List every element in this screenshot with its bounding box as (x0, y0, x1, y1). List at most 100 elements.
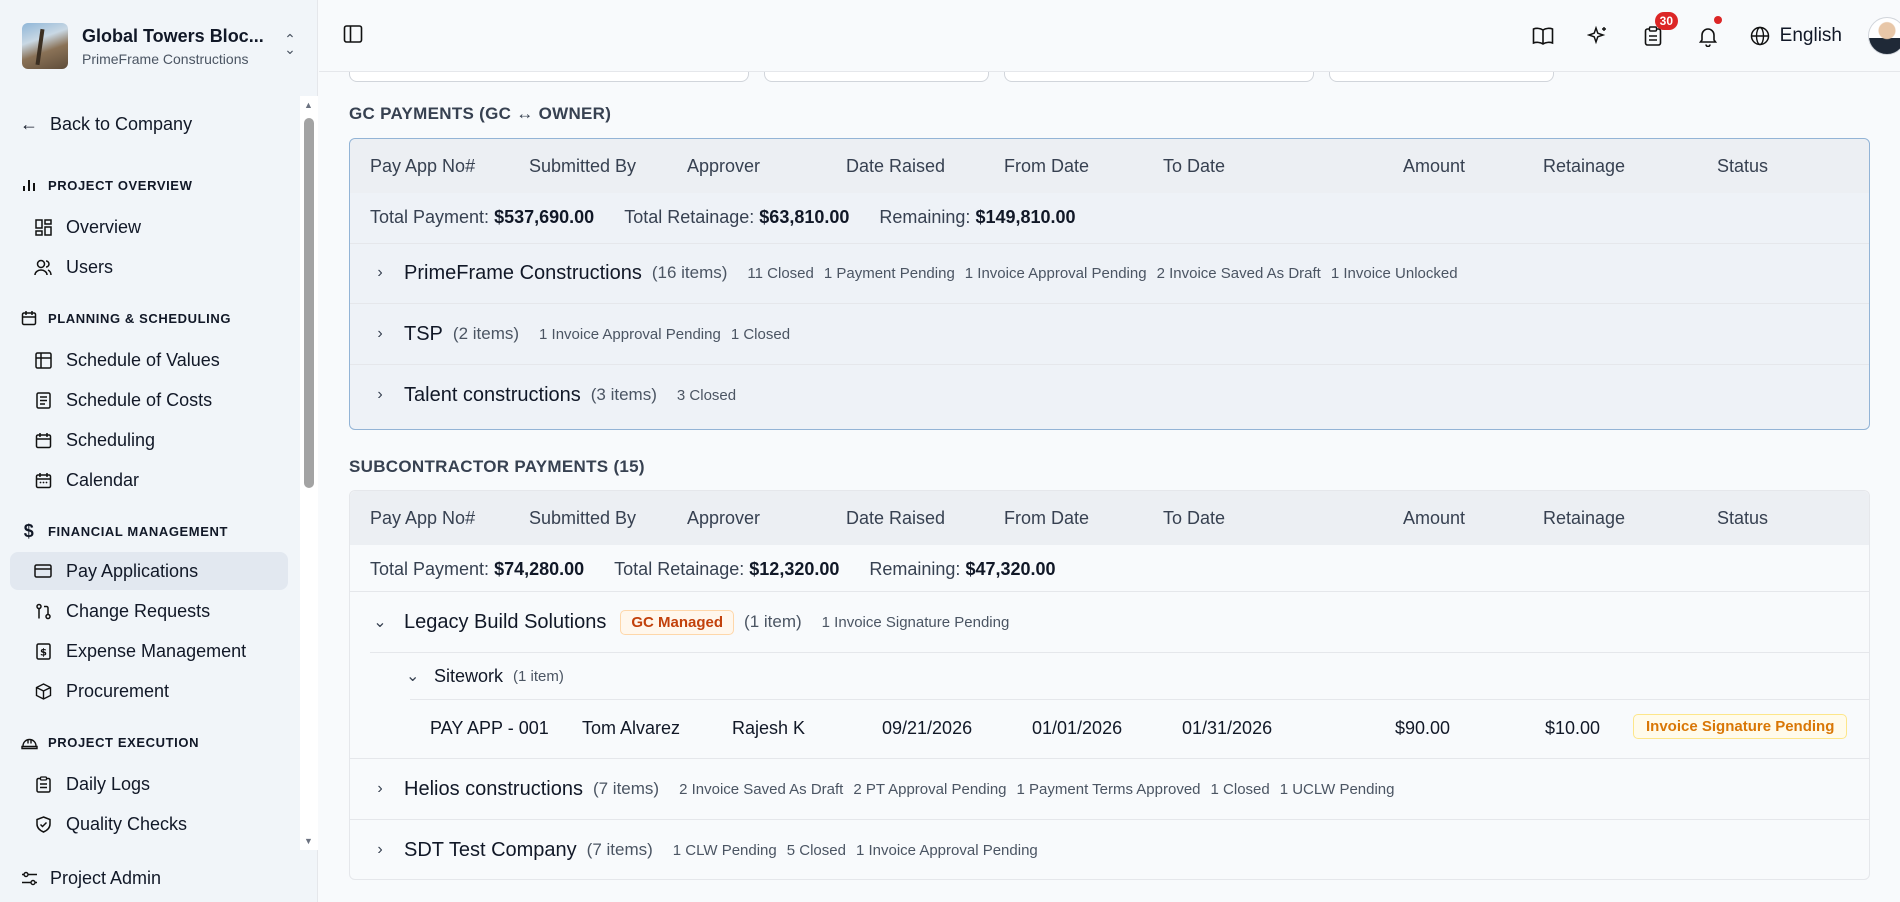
column-header[interactable]: From Date (1004, 508, 1089, 529)
section-planning-scheduling: PLANNING & SCHEDULING (20, 309, 231, 327)
chevron-right-icon[interactable]: › (372, 780, 388, 798)
sidebar-item-schedule-of-values[interactable]: Schedule of Values (10, 341, 288, 379)
calendar-days-icon (34, 471, 52, 489)
top-bar: 30 English (319, 0, 1900, 72)
column-header[interactable]: Submitted By (529, 156, 636, 177)
total-payment: $537,690.00 (494, 207, 595, 227)
user-avatar[interactable] (1868, 17, 1900, 55)
dollar-icon: $ (23, 520, 35, 541)
ai-sparkle-icon[interactable] (1578, 18, 1618, 54)
gc-managed-badge: GC Managed (620, 609, 735, 635)
column-header[interactable]: Submitted By (529, 508, 636, 529)
table-row[interactable]: PAY APP - 001 Tom Alvarez Rajesh K 09/21… (350, 700, 1869, 758)
chevron-down-icon[interactable]: ⌄ (372, 612, 388, 632)
scroll-up-arrow-icon[interactable]: ▲ (304, 100, 313, 110)
table-icon (34, 351, 52, 369)
sidebar-item-scheduling[interactable]: Scheduling (10, 421, 288, 459)
tasks-clipboard-icon[interactable]: 30 (1633, 12, 1679, 54)
subcontractor-payments-table: Pay App No# Submitted By Approver Date R… (349, 490, 1870, 880)
gc-payments-title: GC PAYMENTS (GC ↔ OWNER) (349, 104, 612, 123)
sidebar-item-pay-applications[interactable]: Pay Applications (10, 552, 288, 590)
amount: $90.00 (1395, 718, 1451, 738)
column-header[interactable]: Date Raised (846, 156, 945, 177)
pay-app-number[interactable]: PAY APP - 001 (430, 718, 549, 739)
project-switcher[interactable]: Global Towers Bloc... PrimeFrame Constru… (22, 20, 298, 72)
filter-field[interactable] (1329, 72, 1554, 82)
approver: Rajesh K (732, 718, 806, 738)
calendar-icon (20, 309, 38, 327)
column-header[interactable]: Approver (687, 508, 760, 529)
column-header[interactable]: Retainage (1543, 156, 1625, 177)
sidebar-item-project-admin[interactable]: Project Admin (20, 868, 161, 889)
gc-payments-table: Pay App No# Submitted By Approver Date R… (349, 138, 1870, 430)
total-retainage: $63,810.00 (759, 207, 850, 227)
table-header: Pay App No# Submitted By Approver Date R… (350, 491, 1869, 545)
bell-icon[interactable] (1688, 16, 1728, 54)
group-row-expanded[interactable]: ⌄ Legacy Build Solutions GC Managed (1 i… (350, 592, 1869, 652)
column-header[interactable]: Status (1717, 156, 1768, 177)
sidebar-item-calendar[interactable]: Calendar (10, 461, 288, 499)
subgroup-row[interactable]: ⌄ Sitework (1 item) (406, 653, 564, 699)
column-header[interactable]: Approver (687, 156, 760, 177)
table-header: Pay App No# Submitted By Approver Date R… (350, 139, 1869, 193)
main-content: GC PAYMENTS (GC ↔ OWNER) Pay App No# Sub… (319, 72, 1900, 902)
column-header[interactable]: Pay App No# (370, 508, 475, 529)
group-status-summary: 1 CLW Pending 5 Closed 1 Invoice Approva… (672, 841, 1038, 859)
column-header[interactable]: Retainage (1543, 508, 1625, 529)
bar-chart-icon (20, 176, 38, 194)
group-row[interactable]: › TSP (2 items) 1 Invoice Approval Pendi… (350, 304, 1869, 364)
group-row[interactable]: › Talent constructions (3 items) 3 Close… (350, 365, 1869, 425)
back-to-company-link[interactable]: ← Back to Company (20, 114, 192, 135)
group-status-summary: 3 Closed (676, 386, 737, 404)
sidebar-item-overview[interactable]: Overview (10, 208, 288, 246)
column-header[interactable]: Amount (1403, 508, 1465, 529)
sidebar-item-daily-logs[interactable]: Daily Logs (10, 765, 288, 803)
book-open-icon[interactable] (1523, 18, 1563, 54)
totals-row: Total Payment: $74,280.00 Total Retainag… (370, 559, 1056, 579)
group-row[interactable]: › Helios constructions (7 items) 2 Invoi… (350, 759, 1869, 819)
sidebar-item-schedule-of-costs[interactable]: Schedule of Costs (10, 381, 288, 419)
column-header[interactable]: Date Raised (846, 508, 945, 529)
chevron-right-icon[interactable]: › (372, 841, 388, 859)
total-retainage: $12,320.00 (749, 559, 840, 579)
group-status-summary: 11 Closed 1 Payment Pending 1 Invoice Ap… (747, 264, 1458, 282)
sidebar-item-quality-checks[interactable]: Quality Checks (10, 805, 288, 843)
sidebar-toggle-icon[interactable] (343, 24, 365, 46)
sliders-icon (20, 870, 38, 888)
filter-field[interactable] (764, 72, 989, 82)
hard-hat-icon (20, 733, 38, 751)
chevron-right-icon[interactable]: › (372, 386, 388, 404)
chevron-right-icon[interactable]: › (372, 264, 388, 282)
filter-field[interactable] (1004, 72, 1314, 82)
chevron-right-icon[interactable]: › (372, 325, 388, 343)
scrollbar-thumb[interactable] (304, 118, 314, 488)
section-project-overview: PROJECT OVERVIEW (20, 176, 192, 194)
group-status-summary: 2 Invoice Saved As Draft 2 PT Approval P… (679, 780, 1395, 798)
language-selector[interactable]: English (1750, 25, 1842, 47)
subcontractor-payments-title: SUBCONTRACTOR PAYMENTS (15) (349, 457, 645, 476)
status-badge: Invoice Signature Pending (1633, 714, 1848, 739)
group-row[interactable]: › PrimeFrame Constructions (16 items) 11… (350, 243, 1869, 303)
sidebar-item-procurement[interactable]: Procurement (10, 672, 288, 710)
column-header[interactable]: Status (1717, 508, 1768, 529)
project-thumbnail (22, 23, 68, 69)
sidebar-item-users[interactable]: Users (10, 248, 288, 286)
column-header[interactable]: From Date (1004, 156, 1089, 177)
file-text-icon (34, 391, 52, 409)
column-header[interactable]: Pay App No# (370, 156, 475, 177)
chevron-down-icon[interactable]: ⌄ (406, 666, 422, 686)
users-icon (34, 258, 52, 276)
column-header[interactable]: To Date (1163, 156, 1225, 177)
total-payment: $74,280.00 (494, 559, 585, 579)
section-project-execution: PROJECT EXECUTION (20, 733, 199, 751)
sidebar-item-change-requests[interactable]: Change Requests (10, 592, 288, 630)
sidebar-scrollbar[interactable]: ▲ ▼ (300, 96, 318, 850)
filter-field[interactable] (349, 72, 749, 82)
column-header[interactable]: To Date (1163, 508, 1225, 529)
group-status-summary: 1 Invoice Signature Pending (821, 613, 1010, 631)
column-header[interactable]: Amount (1403, 156, 1465, 177)
to-date: 01/31/2026 (1182, 718, 1273, 738)
group-row[interactable]: › SDT Test Company (7 items) 1 CLW Pendi… (350, 820, 1869, 880)
sidebar-item-expense-management[interactable]: $ Expense Management (10, 632, 288, 670)
scroll-down-arrow-icon[interactable]: ▼ (304, 836, 313, 846)
